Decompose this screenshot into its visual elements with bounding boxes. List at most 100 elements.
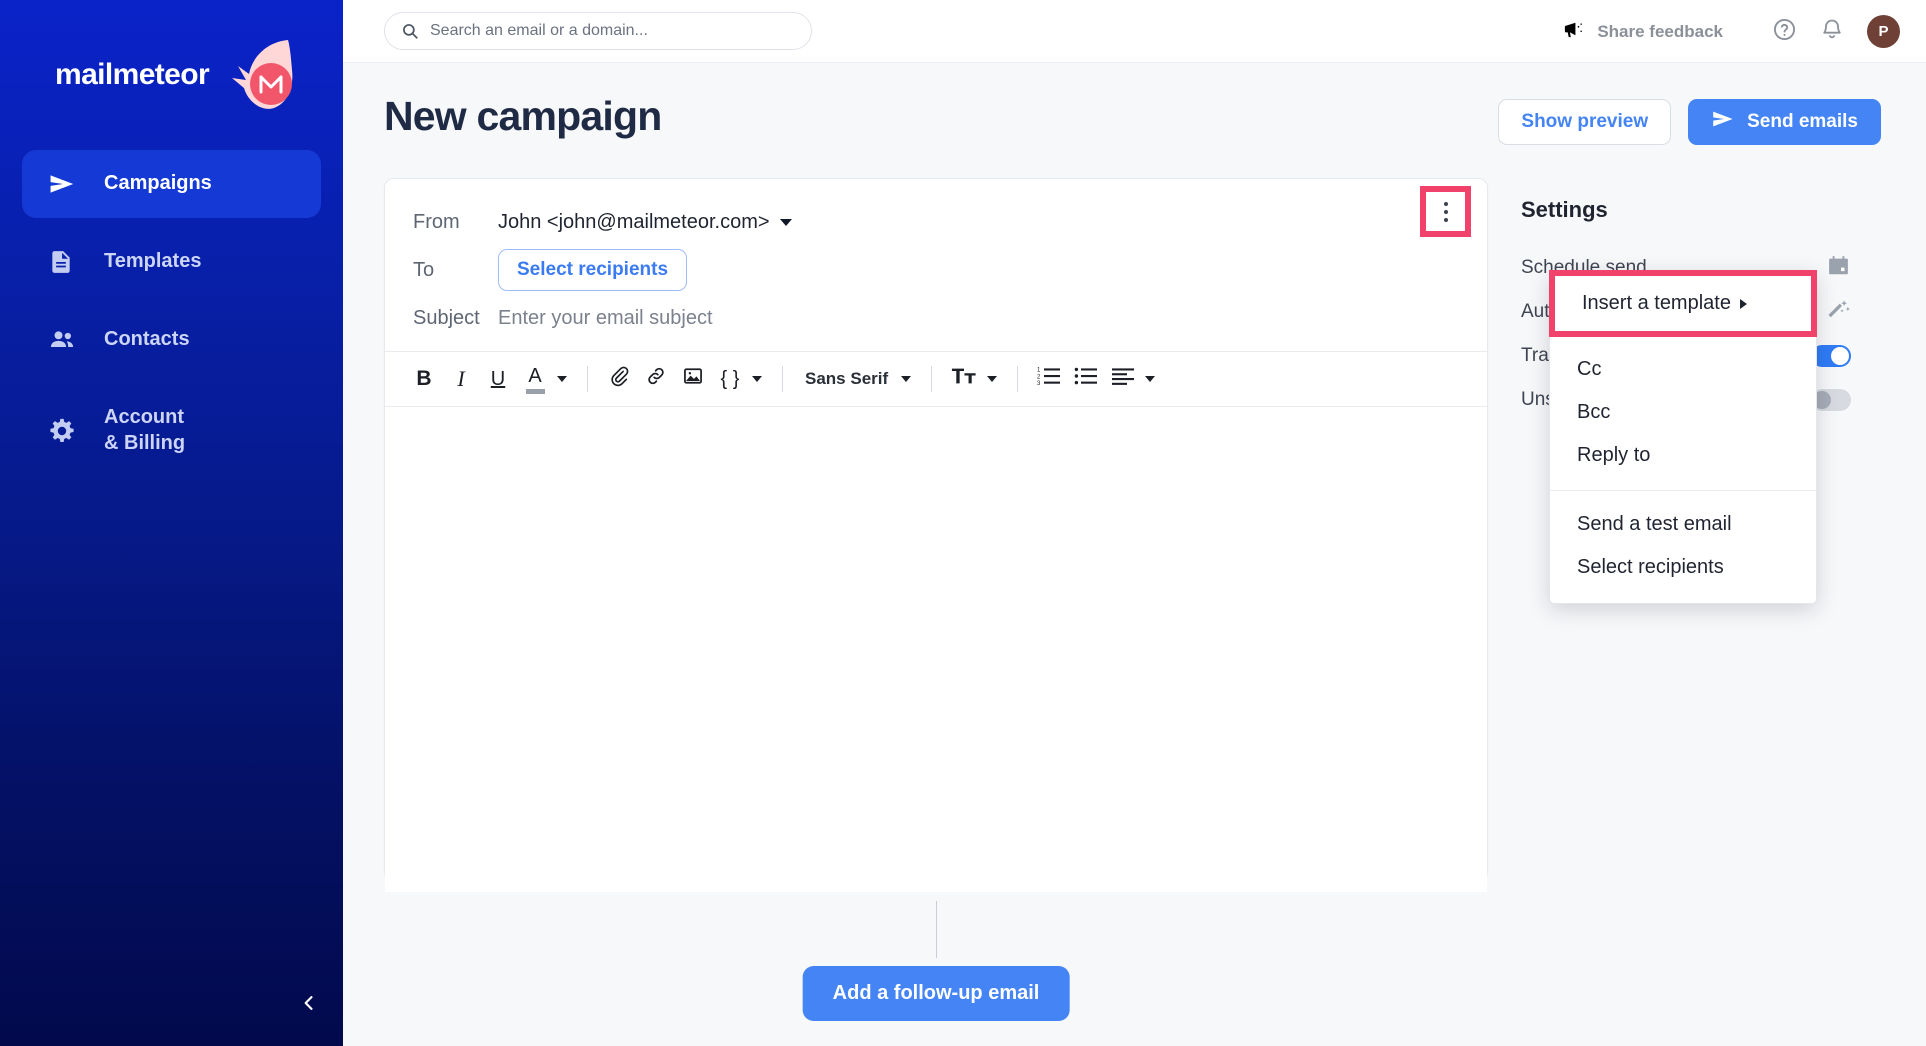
more-options-button[interactable] [1430, 196, 1461, 227]
menu-item-cc[interactable]: Cc [1550, 348, 1816, 391]
track-emails-toggle[interactable] [1811, 345, 1851, 367]
sidebar-item-contacts[interactable]: Contacts [22, 306, 321, 374]
compose-card: From John <john@mailmeteor.com> To Selec… [384, 178, 1488, 892]
text-color-dropdown-icon[interactable] [557, 376, 567, 382]
app-root: mailmeteor Campaigns Templates Contacts … [0, 0, 1926, 1046]
from-label: From [413, 210, 460, 233]
menu-group-fields: Cc Bcc Reply to [1550, 337, 1816, 477]
text-color-icon: A [525, 364, 545, 394]
share-feedback-label: Share feedback [1597, 21, 1723, 41]
attach-file-button[interactable] [602, 360, 636, 398]
svg-text:1: 1 [1037, 368, 1041, 374]
toolbar-divider [587, 366, 588, 392]
font-size-button[interactable] [946, 360, 982, 398]
menu-item-label: Select recipients [1577, 556, 1724, 578]
merge-tag-dropdown-icon[interactable] [752, 376, 762, 382]
magic-wand-icon [1826, 297, 1851, 327]
numbered-list-icon: 123 [1037, 365, 1061, 393]
subject-label: Subject [413, 306, 480, 329]
document-icon [48, 249, 82, 275]
send-emails-button[interactable]: Send emails [1688, 99, 1881, 145]
add-followup-email-button[interactable]: Add a follow-up email [802, 966, 1070, 1021]
subject-input[interactable]: Enter your email subject [498, 307, 713, 330]
insert-image-button[interactable] [676, 360, 710, 398]
sidebar-item-templates[interactable]: Templates [22, 228, 321, 296]
menu-item-bcc[interactable]: Bcc [1550, 391, 1816, 434]
people-icon [48, 326, 82, 354]
sidebar-item-account-billing[interactable]: Account & Billing [22, 384, 321, 478]
search-icon [401, 22, 419, 40]
menu-item-insert-a-template[interactable]: Insert a template [1555, 276, 1811, 331]
italic-button[interactable]: I [444, 360, 478, 398]
app-logo[interactable]: mailmeteor [0, 36, 343, 122]
from-row: From John <john@mailmeteor.com> [385, 198, 1487, 246]
svg-text:3: 3 [1037, 381, 1041, 387]
menu-divider [1550, 490, 1816, 491]
align-button[interactable] [1106, 360, 1140, 398]
bold-button[interactable]: B [407, 360, 441, 398]
show-preview-label: Show preview [1521, 111, 1649, 132]
help-circle-icon [1772, 17, 1797, 47]
link-icon [645, 365, 667, 393]
meteor-icon [232, 40, 293, 109]
help-button[interactable] [1767, 15, 1801, 49]
menu-item-label: Reply to [1577, 444, 1651, 466]
logo-wordmark: mailmeteor [55, 58, 210, 91]
font-family-dropdown-icon[interactable] [901, 376, 912, 382]
toolbar-divider [931, 366, 933, 392]
text-size-icon [951, 365, 977, 393]
menu-item-reply-to[interactable]: Reply to [1550, 434, 1816, 477]
show-preview-button[interactable]: Show preview [1498, 99, 1672, 145]
toolbar-divider [1017, 366, 1019, 392]
more-vertical-icon [1443, 201, 1448, 206]
font-family-select[interactable]: Sans Serif [797, 369, 896, 389]
from-value: John <john@mailmeteor.com> [498, 210, 770, 233]
share-feedback-button[interactable]: Share feedback [1562, 18, 1723, 46]
sidebar-item-label: Campaigns [104, 172, 212, 195]
sidebar-item-label: Account & Billing [104, 406, 186, 454]
menu-item-send-a-test-email[interactable]: Send a test email [1550, 503, 1816, 546]
sidebar-item-label: Templates [104, 250, 202, 273]
page-header: New campaign Show preview Send emails [343, 63, 1926, 178]
send-emails-label: Send emails [1747, 111, 1858, 132]
kebab-highlight-box [1420, 186, 1471, 237]
from-selector[interactable]: John <john@mailmeteor.com> [498, 211, 792, 234]
merge-tag-button[interactable]: { } [713, 360, 747, 398]
search-input[interactable] [430, 22, 790, 40]
menu-item-select-recipients[interactable]: Select recipients [1550, 546, 1816, 589]
topbar-actions: Share feedback P [1562, 0, 1900, 63]
menu-item-label: Send a test email [1577, 513, 1732, 535]
svg-text:2: 2 [1037, 374, 1041, 380]
notifications-button[interactable] [1815, 15, 1849, 49]
unsubscribe-link-toggle[interactable] [1811, 389, 1851, 411]
underline-button[interactable]: U [481, 360, 515, 398]
image-icon [682, 365, 704, 393]
font-size-dropdown-icon[interactable] [987, 376, 998, 382]
bell-icon [1820, 17, 1844, 46]
followup-section: Add a follow-up email [384, 881, 1488, 1041]
chevron-right-icon [1739, 298, 1747, 309]
menu-item-label: Cc [1577, 358, 1602, 380]
email-body-editor[interactable] [385, 407, 1487, 892]
main-area: Share feedback P New camp [343, 0, 1926, 1046]
numbered-list-button[interactable]: 123 [1032, 360, 1066, 398]
sidebar-item-campaigns[interactable]: Campaigns [22, 150, 321, 218]
sidebar: mailmeteor Campaigns Templates Contacts … [0, 0, 343, 1046]
sidebar-item-label: Contacts [104, 328, 190, 351]
avatar[interactable]: P [1867, 15, 1900, 48]
insert-link-button[interactable] [639, 360, 673, 398]
bulleted-list-button[interactable] [1069, 360, 1103, 398]
text-color-letter: A [528, 364, 542, 387]
search-box[interactable] [384, 12, 812, 50]
menu-group-actions: Send a test email Select recipients [1550, 503, 1816, 589]
text-color-button[interactable]: A [518, 360, 552, 398]
to-row: To Select recipients [385, 246, 1487, 294]
followup-connector-line [936, 901, 937, 958]
send-icon [48, 170, 82, 198]
select-recipients-button[interactable]: Select recipients [498, 249, 688, 291]
bulleted-list-icon [1074, 365, 1098, 393]
align-dropdown-icon[interactable] [1145, 376, 1156, 382]
avatar-initial: P [1878, 23, 1889, 40]
editor-toolbar: B I U A {} Sans Serif 1 2 3 [385, 351, 1487, 407]
sidebar-collapse-button[interactable] [292, 988, 326, 1022]
